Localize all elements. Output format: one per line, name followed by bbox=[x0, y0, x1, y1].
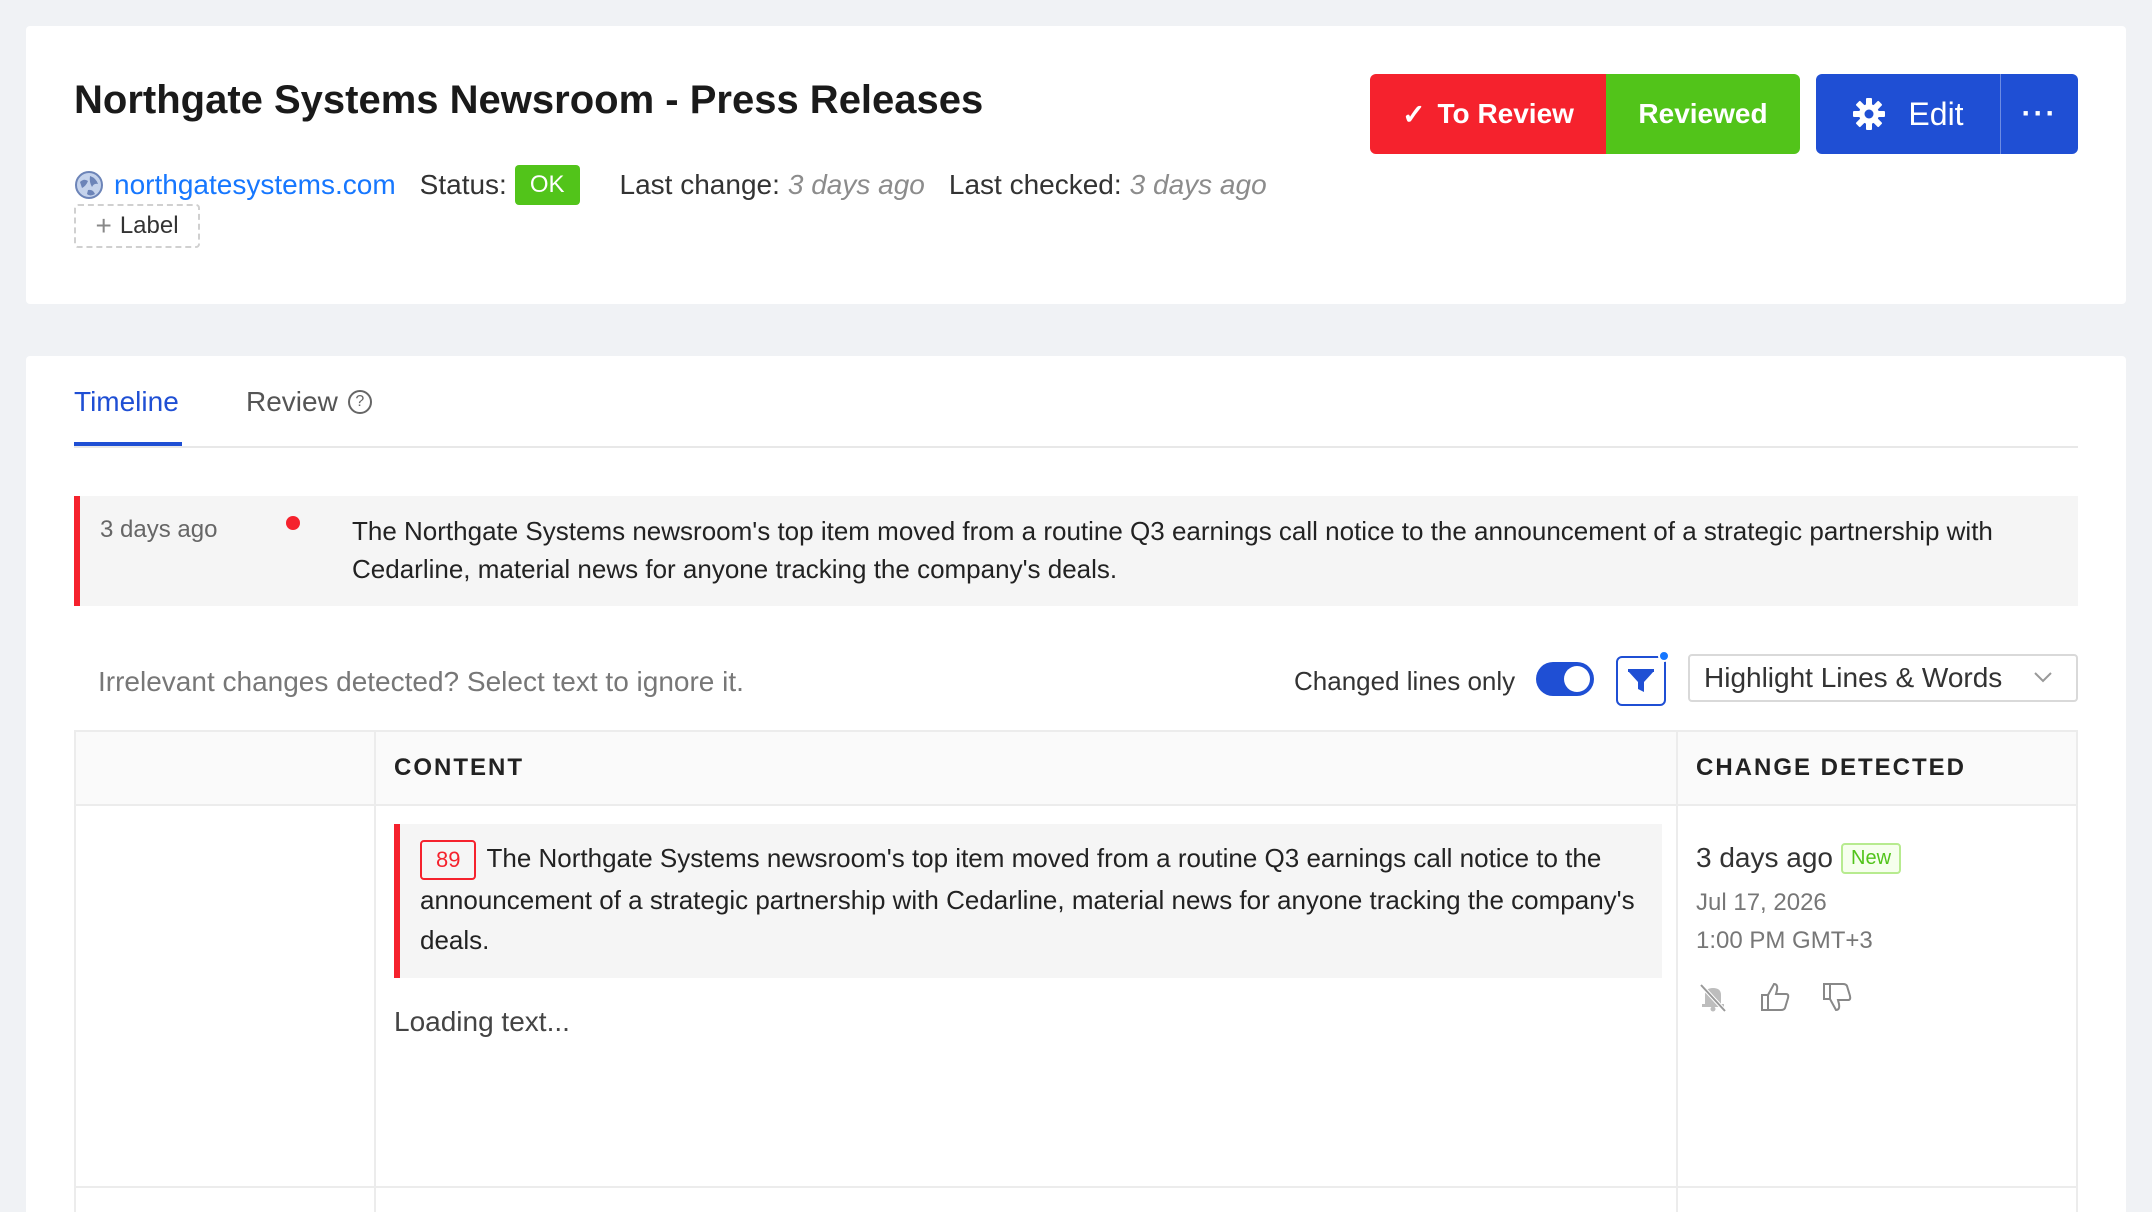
tab-timeline-label: Timeline bbox=[74, 386, 179, 417]
unread-dot bbox=[286, 516, 300, 530]
tab-bar: Timeline Review ? bbox=[74, 356, 2078, 448]
thumbs-up-icon[interactable] bbox=[1758, 980, 1792, 1014]
changed-lines-toggle[interactable] bbox=[1536, 662, 1594, 696]
toggle-knob bbox=[1564, 666, 1590, 692]
diff-content: The Northgate Systems newsroom's top ite… bbox=[420, 843, 1635, 956]
highlight-mode-select[interactable]: Highlight Lines & Words bbox=[1688, 654, 2078, 702]
last-change-value: 3 days ago bbox=[787, 169, 925, 200]
detected-ago-row: 3 days ago New bbox=[1696, 842, 1902, 874]
detected-time: 1:00 PM GMT+3 bbox=[1696, 927, 1873, 954]
edit-label: Edit bbox=[1908, 95, 1964, 132]
column-header-change-detected: CHANGE DETECTED bbox=[1696, 754, 1967, 781]
column-divider bbox=[374, 732, 376, 1212]
edit-button-group: Edit ··· bbox=[1816, 74, 2078, 154]
page-title: Northgate Systems Newsroom - Press Relea… bbox=[74, 78, 984, 122]
column-header-content: CONTENT bbox=[394, 754, 524, 781]
tab-timeline[interactable]: Timeline bbox=[74, 386, 179, 418]
last-change-label: Last change: bbox=[619, 169, 780, 200]
to-review-button[interactable]: ✓ To Review bbox=[1370, 74, 1606, 154]
change-detected-cell: 3 days ago New Jul 17, 2026 1:00 PM GMT+… bbox=[1696, 842, 1902, 1014]
monitor-header-card: Northgate Systems Newsroom - Press Relea… bbox=[26, 26, 2126, 304]
status-badge: OK bbox=[514, 165, 580, 205]
tab-review-label: Review bbox=[246, 386, 338, 417]
timeline-card: Timeline Review ? 3 days ago The Northga… bbox=[26, 356, 2126, 1212]
gear-icon bbox=[1853, 98, 1886, 130]
add-label-button[interactable]: + Label bbox=[74, 204, 200, 248]
plus-icon: + bbox=[95, 210, 112, 241]
diff-line-text: 89 The Northgate Systems newsroom's top i… bbox=[420, 838, 1640, 960]
last-checked-value: 3 days ago bbox=[1129, 169, 1267, 200]
review-button-group: ✓ To Review Reviewed bbox=[1370, 74, 1800, 154]
last-checked-label: Last checked: bbox=[948, 169, 1122, 200]
filter-icon bbox=[1628, 669, 1654, 692]
add-label-text: Label bbox=[119, 212, 179, 239]
help-icon[interactable]: ? bbox=[347, 390, 372, 414]
line-number-badge: 89 bbox=[420, 840, 477, 881]
filter-active-dot bbox=[1658, 650, 1670, 662]
diff-line[interactable]: 89 The Northgate Systems newsroom's top i… bbox=[394, 824, 1662, 978]
feedback-actions bbox=[1696, 980, 1901, 1014]
site-link[interactable]: northgatesystems.com bbox=[114, 169, 396, 201]
ignore-hint: Irrelevant changes detected? Select text… bbox=[98, 666, 744, 697]
column-divider bbox=[1676, 732, 1678, 1212]
check-icon: ✓ bbox=[1402, 98, 1426, 130]
loading-text: Loading text... bbox=[394, 1006, 570, 1037]
status-label: Status: bbox=[419, 169, 507, 200]
table-header: CONTENT CHANGE DETECTED bbox=[76, 732, 2076, 806]
meta-row: northgatesystems.com Status: OK Last cha… bbox=[74, 162, 1267, 208]
new-badge: New bbox=[1841, 842, 1902, 874]
tab-review[interactable]: Review ? bbox=[246, 386, 372, 418]
globe-icon bbox=[75, 171, 103, 199]
highlight-mode-value: Highlight Lines & Words bbox=[1704, 662, 2003, 693]
summary-time: 3 days ago bbox=[100, 516, 218, 543]
detected-ago: 3 days ago bbox=[1696, 842, 1833, 873]
detected-date: Jul 17, 2026 bbox=[1696, 889, 1827, 916]
to-review-label: To Review bbox=[1437, 98, 1574, 129]
chevron-down-icon bbox=[2034, 672, 2052, 683]
active-tab-indicator bbox=[74, 442, 182, 446]
change-summary: 3 days ago The Northgate Systems newsroo… bbox=[74, 496, 2078, 606]
changes-table: CONTENT CHANGE DETECTED 89 The Northgate … bbox=[74, 730, 2078, 1212]
summary-text: The Northgate Systems newsroom's top ite… bbox=[352, 516, 1993, 584]
filter-button[interactable] bbox=[1616, 650, 1670, 706]
row-divider bbox=[76, 1186, 2076, 1188]
thumbs-down-icon[interactable] bbox=[1820, 980, 1854, 1014]
reviewed-button[interactable]: Reviewed bbox=[1606, 74, 1800, 154]
changed-lines-label: Changed lines only bbox=[1294, 666, 1516, 696]
edit-button[interactable]: Edit bbox=[1816, 74, 2000, 154]
mute-bell-icon[interactable] bbox=[1696, 980, 1730, 1014]
more-options-button[interactable]: ··· bbox=[2000, 74, 2078, 154]
